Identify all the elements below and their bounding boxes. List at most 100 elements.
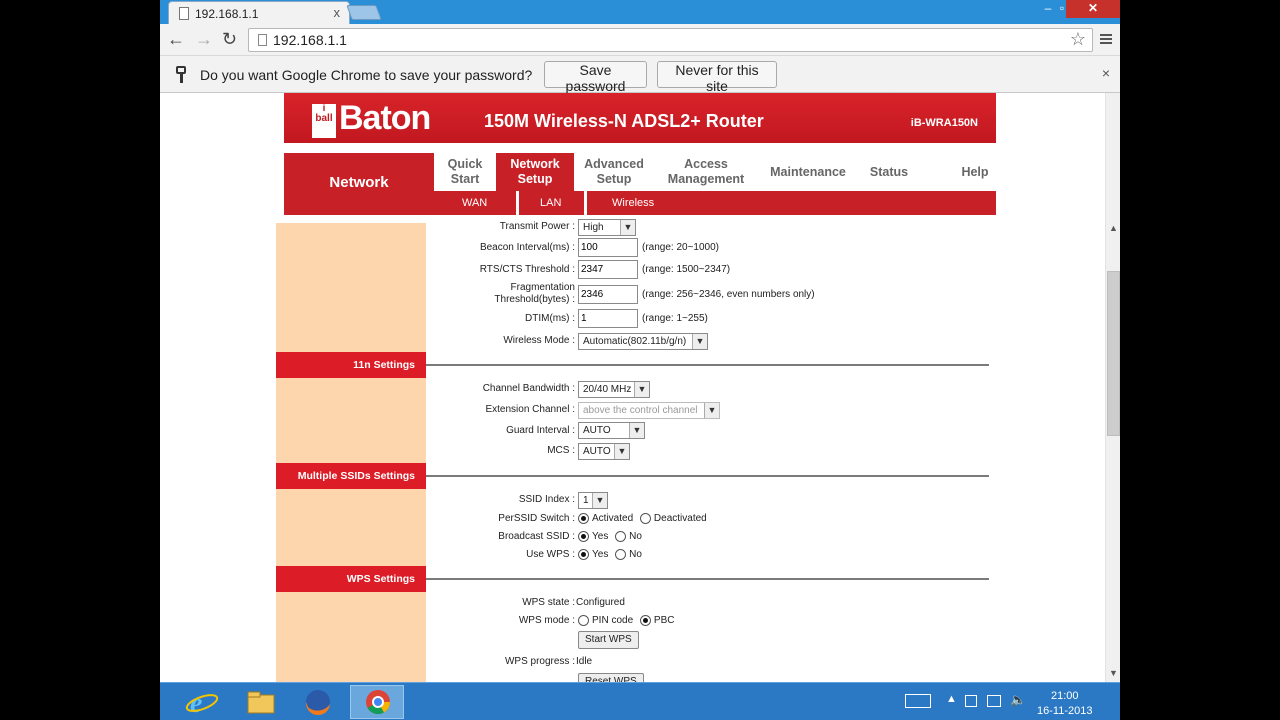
start-wps-button[interactable]: Start WPS <box>578 631 639 649</box>
scroll-down-arrow-icon[interactable]: ▼ <box>1109 668 1118 678</box>
main-menu: Quick Start Network Setup Advanced Setup Ac… <box>434 153 996 191</box>
scroll-up-arrow-icon[interactable]: ▲ <box>1109 223 1118 233</box>
router-header: i ball Baton 150M Wireless-N ADSL2+ Route… <box>284 93 996 143</box>
browser-tab[interactable]: 192.168.1.1 x <box>168 1 350 24</box>
wps-progress-value: Idle <box>576 656 593 667</box>
new-tab-button[interactable] <box>346 5 382 20</box>
wireless-mode-select[interactable]: Automatic(802.11b/g/n) ▼ <box>578 333 708 350</box>
url-input[interactable] <box>273 31 1053 49</box>
menu-status[interactable]: Status <box>864 165 914 180</box>
infobar-message: Do you want Google Chrome to save your p… <box>200 67 533 83</box>
scroll-thumb[interactable] <box>1107 271 1120 436</box>
ssid-index-select[interactable]: 1 ▼ <box>578 492 608 509</box>
section-divider <box>426 364 989 366</box>
wps-no-radio[interactable] <box>615 549 627 560</box>
iball-logo: i ball <box>312 104 336 138</box>
rts-threshold-label: RTS/CTS Threshold : <box>479 264 575 275</box>
router-navbar: Network Quick Start Network Setup Advanced… <box>284 153 996 215</box>
multiple-ssids-header: Multiple SSIDs Settings <box>276 463 426 489</box>
broadcast-yes-radio[interactable] <box>578 531 589 542</box>
deactivated-radio[interactable] <box>639 513 651 524</box>
forward-arrow-icon[interactable]: → <box>195 29 213 50</box>
guard-interval-select[interactable]: AUTO ▼ <box>578 422 645 439</box>
menu-network-setup[interactable]: Network Setup <box>496 153 574 191</box>
page-icon <box>258 34 267 46</box>
internet-explorer-icon[interactable]: e <box>182 685 236 719</box>
tab-title: 192.168.1.1 <box>195 7 259 21</box>
infobar-close-icon[interactable]: × <box>1102 65 1110 81</box>
chrome-menu-icon[interactable] <box>1100 34 1112 44</box>
chrome-taskbar-button[interactable] <box>350 685 404 719</box>
menu-help[interactable]: Help <box>950 165 1000 180</box>
wireless-mode-label: Wireless Mode : <box>503 335 575 346</box>
show-hidden-icons-icon[interactable]: ▲ <box>946 693 957 705</box>
beacon-interval-label: Beacon Interval(ms) : <box>479 242 575 253</box>
broadcast-ssid-label: Broadcast SSID : <box>498 531 575 542</box>
pbc-radio[interactable] <box>639 615 651 626</box>
extension-channel-label: Extension Channel : <box>485 404 575 415</box>
wps-yes-radio[interactable] <box>578 549 589 560</box>
menu-quick-start[interactable]: Quick Start <box>434 157 496 187</box>
never-for-this-site-button[interactable]: Never for this site <box>657 61 777 94</box>
transmit-power-select[interactable]: High ▼ <box>578 219 636 236</box>
pin-code-radio[interactable] <box>578 615 589 626</box>
wps-state-label: WPS state : <box>522 597 575 608</box>
transmit-power-label: Transmit Power : <box>499 221 575 232</box>
guard-interval-label: Guard Interval : <box>506 425 575 436</box>
product-title: 150M Wireless-N ADSL2+ Router <box>484 111 764 131</box>
title-bar: 192.168.1.1 x – ▫ ✕ <box>160 0 1120 24</box>
submenu-lan[interactable]: LAN <box>540 197 561 209</box>
mcs-select[interactable]: AUTO ▼ <box>578 443 630 460</box>
key-icon <box>176 66 186 83</box>
system-clock[interactable]: 21:00 16-11-2013 <box>1037 689 1092 719</box>
page-scrollbar[interactable]: ▲ ▼ <box>1105 93 1120 682</box>
reload-icon[interactable]: ↻ <box>222 29 237 50</box>
back-arrow-icon[interactable]: ← <box>167 29 185 50</box>
save-password-infobar: Do you want Google Chrome to save your p… <box>160 56 1120 94</box>
keyboard-icon[interactable] <box>905 694 931 708</box>
beacon-interval-input[interactable] <box>578 238 638 257</box>
broadcast-no-radio[interactable] <box>615 531 627 542</box>
menu-advanced-setup[interactable]: Advanced Setup <box>578 157 650 187</box>
action-center-icon[interactable] <box>965 695 977 707</box>
page-viewport: i ball Baton 150M Wireless-N ADSL2+ Route… <box>160 93 1105 682</box>
page-icon <box>179 7 189 20</box>
file-explorer-icon[interactable] <box>240 685 294 719</box>
wps-state-value: Configured <box>576 597 625 608</box>
ssid-index-label: SSID Index : <box>518 494 575 505</box>
brand-logo-text: Baton <box>339 99 431 137</box>
browser-toolbar: ← → ↻ ☆ <box>160 24 1120 56</box>
svg-text:e: e <box>190 688 202 719</box>
address-bar[interactable]: ☆ <box>248 28 1093 52</box>
section-divider <box>426 578 989 580</box>
menu-maintenance[interactable]: Maintenance <box>764 165 852 180</box>
wireless-settings-form: Transmit Power : High ▼ Beacon Interval(m… <box>276 219 989 682</box>
network-icon[interactable] <box>987 695 1001 707</box>
wps-mode-label: WPS mode : <box>518 615 575 626</box>
windows-taskbar: e ▲ 🔈 21:00 16-11-2013 <box>160 682 1120 720</box>
channel-bandwidth-label: Channel Bandwidth : <box>482 383 575 394</box>
submenu-wireless[interactable]: Wireless <box>612 197 654 209</box>
close-window-button[interactable]: ✕ <box>1066 0 1120 18</box>
mcs-label: MCS : <box>547 445 575 456</box>
channel-bandwidth-select[interactable]: 20/40 MHz ▼ <box>578 381 650 398</box>
wps-settings-header: WPS Settings <box>276 566 426 592</box>
firefox-icon[interactable] <box>296 685 350 719</box>
dtim-label: DTIM(ms) : <box>525 313 575 324</box>
section-divider <box>426 475 989 477</box>
fragmentation-input[interactable] <box>578 285 638 304</box>
menu-access-management[interactable]: Access Management <box>660 157 752 187</box>
activated-radio[interactable] <box>578 513 589 524</box>
rts-threshold-input[interactable] <box>578 260 638 279</box>
submenu-wan[interactable]: WAN <box>462 197 487 209</box>
wps-progress-label: WPS progress : <box>504 656 575 667</box>
save-password-button[interactable]: Save password <box>544 61 647 94</box>
tab-close-icon[interactable]: x <box>334 5 341 20</box>
dtim-input[interactable] <box>578 309 638 328</box>
browser-window: 192.168.1.1 x – ▫ ✕ ← → ↻ ☆ Do you want … <box>160 0 1120 720</box>
bookmark-star-icon[interactable]: ☆ <box>1070 29 1086 50</box>
volume-icon[interactable]: 🔈 <box>1010 692 1026 708</box>
reset-wps-button[interactable]: Reset WPS <box>578 673 644 682</box>
extension-channel-select[interactable]: above the control channel ▼ <box>578 402 720 419</box>
sub-menu: WAN LAN Wireless <box>434 191 996 215</box>
